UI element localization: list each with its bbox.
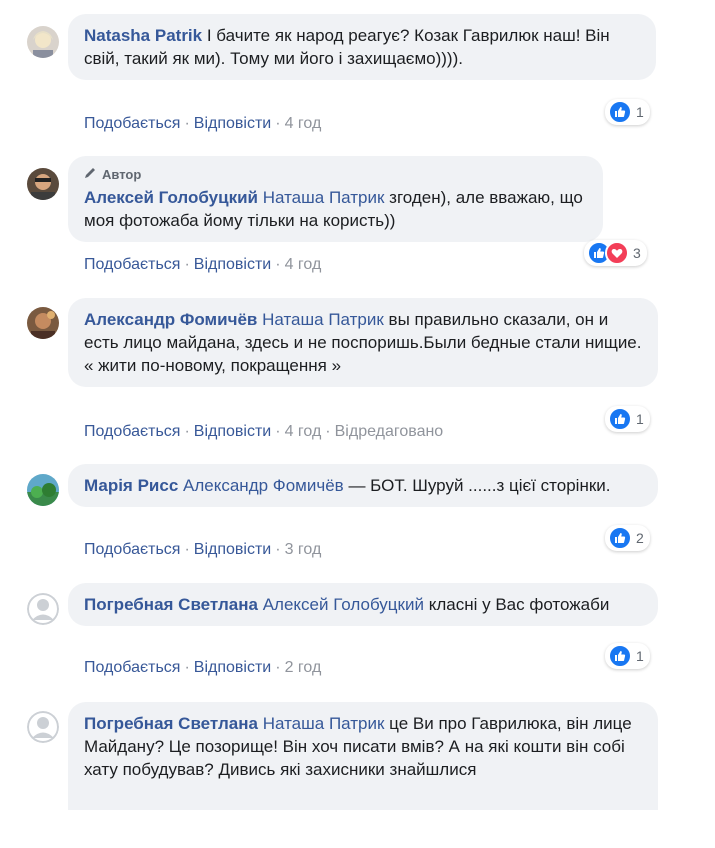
comment-bubble: Марія Рисс Александр Фомичёв — БОТ. Шуру… bbox=[68, 464, 658, 507]
reaction-count: 3 bbox=[633, 245, 641, 261]
avatar[interactable] bbox=[27, 474, 59, 506]
reaction-summary[interactable]: 1 bbox=[605, 406, 650, 432]
reply-link[interactable]: Відповісти bbox=[194, 256, 271, 273]
comment-time[interactable]: 2 год bbox=[285, 659, 322, 676]
reply-link[interactable]: Відповісти bbox=[194, 659, 271, 676]
comment-mention[interactable]: Наташа Патрик bbox=[262, 310, 384, 329]
comment-time[interactable]: 4 год bbox=[285, 423, 322, 440]
avatar[interactable] bbox=[27, 26, 59, 58]
like-icon bbox=[608, 526, 632, 550]
reaction-count: 2 bbox=[636, 530, 644, 546]
comment-author[interactable]: Алексей Голобуцкий bbox=[84, 188, 258, 207]
avatar[interactable] bbox=[27, 168, 59, 200]
comment-time[interactable]: 4 год bbox=[285, 256, 322, 273]
comment-time[interactable]: 3 год bbox=[285, 541, 322, 558]
comment-text: — БОТ. Шуруй ......з цієї сторінки. bbox=[348, 476, 611, 495]
pencil-icon bbox=[84, 166, 98, 184]
author-badge: Автор bbox=[84, 166, 587, 184]
reaction-summary[interactable]: 1 bbox=[605, 99, 650, 125]
comment-actions: Подобається · Відповісти · 2 год bbox=[84, 659, 322, 676]
reply-link[interactable]: Відповісти bbox=[194, 423, 271, 440]
reaction-count: 1 bbox=[636, 648, 644, 664]
reaction-count: 1 bbox=[636, 411, 644, 427]
reaction-summary[interactable]: 2 bbox=[605, 525, 650, 551]
avatar[interactable] bbox=[27, 711, 59, 743]
edited-label[interactable]: Відредаговано bbox=[335, 423, 444, 440]
like-link[interactable]: Подобається bbox=[84, 423, 180, 440]
comment-text: класні у Вас фотожаби bbox=[428, 595, 610, 614]
comment-mention[interactable]: Наташа Патрик bbox=[263, 714, 385, 733]
like-icon bbox=[608, 100, 632, 124]
love-icon bbox=[605, 241, 629, 265]
comment-bubble: Natasha Patrik І бачите як народ реагує?… bbox=[68, 14, 656, 80]
comment-bubble: Погребная Светлана Алексей Голобуцкий кл… bbox=[68, 583, 658, 626]
reaction-summary[interactable]: 1 bbox=[605, 643, 650, 669]
comment-bubble: Автор Алексей Голобуцкий Наташа Патрик з… bbox=[68, 156, 603, 242]
comment-time[interactable]: 4 год bbox=[285, 115, 322, 132]
like-link[interactable]: Подобається bbox=[84, 256, 180, 273]
comment-actions: Подобається · Відповісти · 4 год · Відредагова… bbox=[84, 423, 444, 440]
comment-bubble: Александр Фомичёв Наташа Патрик вы прави… bbox=[68, 298, 658, 387]
author-badge-label: Автор bbox=[102, 167, 142, 182]
comment-author[interactable]: Погребная Светлана bbox=[84, 595, 258, 614]
comment-mention[interactable]: Александр Фомичёв bbox=[183, 476, 344, 495]
comment-bubble: Погребная Светлана Наташа Патрик це Ви п… bbox=[68, 702, 658, 810]
comment-actions: Подобається · Відповісти · 4 год bbox=[84, 256, 322, 273]
comment-author[interactable]: Погребная Светлана bbox=[84, 714, 258, 733]
avatar[interactable] bbox=[27, 307, 59, 339]
comment-author[interactable]: Natasha Patrik bbox=[84, 26, 202, 45]
comment-actions: Подобається · Відповісти · 4 год bbox=[84, 115, 322, 132]
like-icon bbox=[608, 407, 632, 431]
reaction-count: 1 bbox=[636, 104, 644, 120]
like-link[interactable]: Подобається bbox=[84, 115, 180, 132]
comment-mention[interactable]: Наташа Патрик bbox=[263, 188, 385, 207]
comment-author[interactable]: Александр Фомичёв bbox=[84, 310, 257, 329]
comment-author[interactable]: Марія Рисс bbox=[84, 476, 178, 495]
reply-link[interactable]: Відповісти bbox=[194, 541, 271, 558]
like-link[interactable]: Подобається bbox=[84, 541, 180, 558]
reaction-summary[interactable]: 3 bbox=[584, 240, 647, 266]
like-icon bbox=[608, 644, 632, 668]
reply-link[interactable]: Відповісти bbox=[194, 115, 271, 132]
comment-mention[interactable]: Алексей Голобуцкий bbox=[263, 595, 424, 614]
like-link[interactable]: Подобається bbox=[84, 659, 180, 676]
comment-actions: Подобається · Відповісти · 3 год bbox=[84, 541, 322, 558]
avatar[interactable] bbox=[27, 593, 59, 625]
